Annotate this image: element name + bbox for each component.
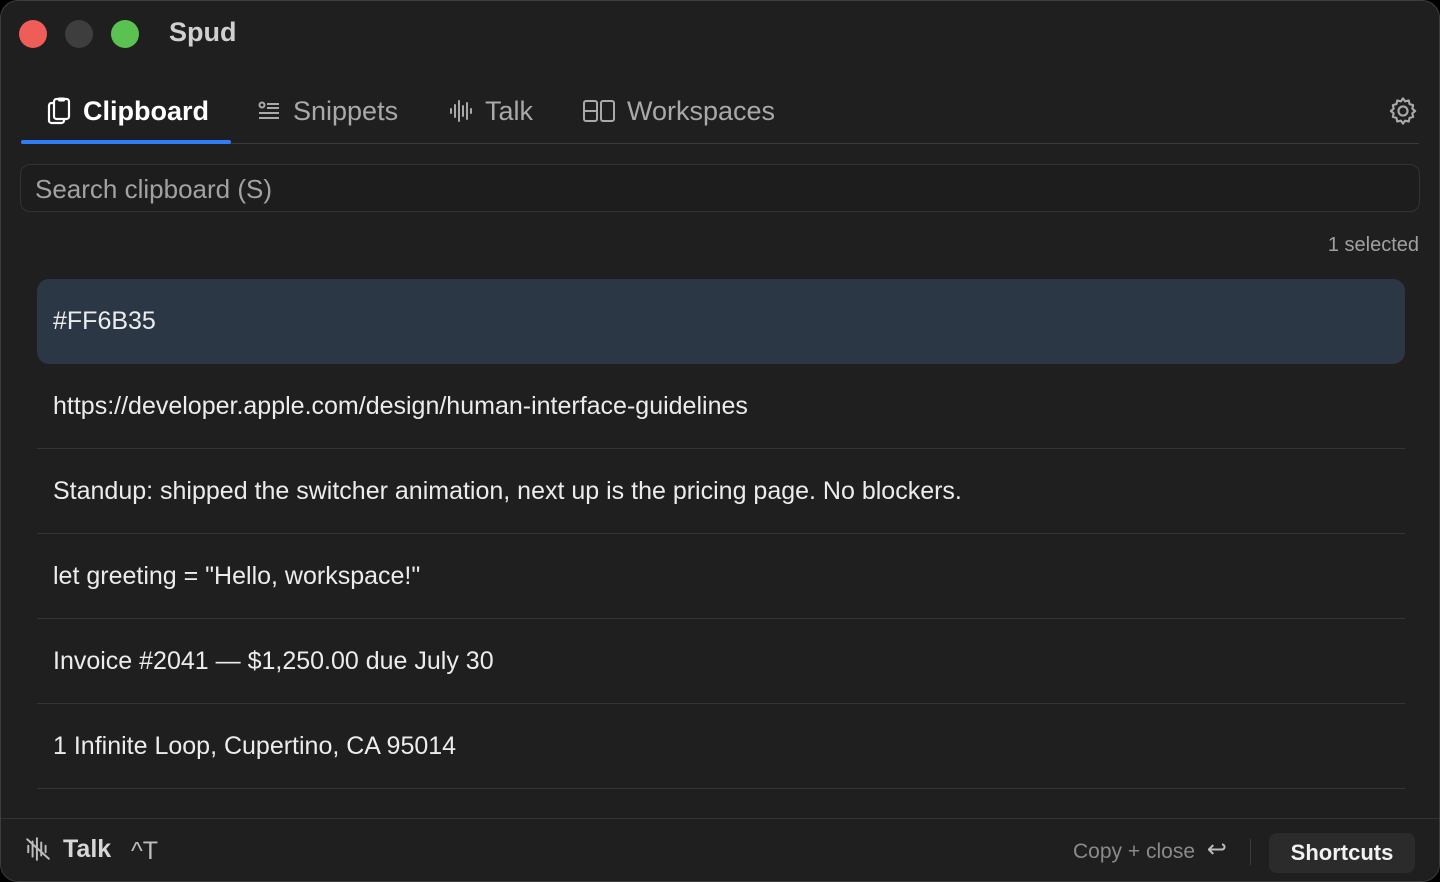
waveform-icon <box>449 99 473 123</box>
app-title: Spud <box>169 17 237 47</box>
tab-bar: Clipboard Snippets Talk Workspaces <box>21 81 1419 144</box>
clipboard-item[interactable]: Invoice #2041 — $1,250.00 due July 30 <box>37 619 1405 704</box>
tab-label: Talk <box>485 95 534 126</box>
minimize-window-button[interactable] <box>65 20 93 48</box>
return-key-icon: ↩ <box>1206 836 1227 863</box>
active-tab-indicator <box>21 140 231 144</box>
talk-label: Talk <box>63 834 112 863</box>
tab-label: Clipboard <box>83 95 209 126</box>
clipboard-item[interactable]: 1 Infinite Loop, Cupertino, CA 95014 <box>37 704 1405 789</box>
workspaces-icon <box>583 99 615 123</box>
tab-label: Snippets <box>293 95 399 126</box>
title-bar: Spud <box>1 1 1439 67</box>
talk-toggle-button[interactable]: Talk <box>25 831 111 867</box>
footer-divider <box>1250 839 1251 865</box>
clipboard-item-text: let greeting = "Hello, workspace!" <box>53 561 421 590</box>
tab-snippets[interactable]: Snippets <box>257 81 398 141</box>
selection-count: 1 selected <box>1327 234 1419 256</box>
copy-close-hint: Copy + close <box>1073 840 1195 863</box>
clipboard-item-text: #FF6B35 <box>53 306 156 335</box>
clipboard-item-text: Standup: shipped the switcher animation,… <box>53 476 962 505</box>
close-window-button[interactable] <box>19 20 47 48</box>
gear-icon <box>1389 97 1417 125</box>
talk-shortcut-hint: ^T <box>131 837 159 865</box>
search-field <box>20 164 1420 213</box>
clipboard-item[interactable]: let greeting = "Hello, workspace!" <box>37 534 1405 619</box>
tab-talk[interactable]: Talk <box>449 81 533 141</box>
tab-clipboard[interactable]: Clipboard <box>47 81 209 141</box>
tab-label: Workspaces <box>627 95 776 126</box>
clipboard-item[interactable]: Standup: shipped the switcher animation,… <box>37 449 1405 534</box>
clipboard-item-text: https://developer.apple.com/design/human… <box>53 391 748 420</box>
snippets-icon <box>257 99 281 123</box>
clipboard-item-text: Invoice #2041 — $1,250.00 due July 30 <box>53 646 494 675</box>
footer-bar: Talk ^T Copy + close ↩ Shortcuts <box>1 818 1439 881</box>
clipboard-icon <box>47 97 71 125</box>
mic-off-waveform-icon <box>25 836 51 862</box>
zoom-window-button[interactable] <box>111 20 139 48</box>
clipboard-item[interactable]: #FF6B35 <box>37 279 1405 364</box>
clipboard-item-text: 1 Infinite Loop, Cupertino, CA 95014 <box>53 731 457 760</box>
shortcuts-button[interactable]: Shortcuts <box>1269 833 1415 873</box>
search-input[interactable] <box>33 165 1407 213</box>
clipboard-item[interactable]: https://developer.apple.com/design/human… <box>37 364 1405 449</box>
tab-workspaces[interactable]: Workspaces <box>583 81 775 141</box>
app-window: Spud Clipboard Snippets Talk Workspaces … <box>0 0 1440 882</box>
clipboard-list: #FF6B35 https://developer.apple.com/desi… <box>37 279 1405 789</box>
settings-button[interactable] <box>1387 95 1419 127</box>
